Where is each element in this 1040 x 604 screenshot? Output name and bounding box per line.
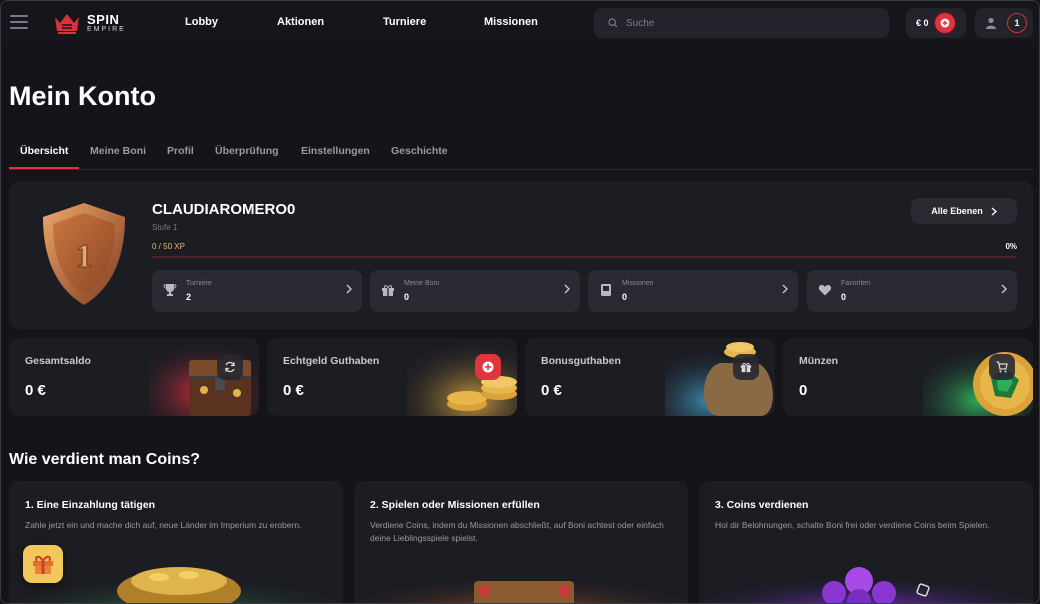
balance-card-real-money: Echtgeld Guthaben 0 € (267, 338, 517, 416)
top-bar: SPIN EMPIRE Lobby Aktionen Turniere Miss… (1, 1, 1039, 45)
coin-step-deposit: 1. Eine Einzahlung tätigen Zahle jetzt e… (9, 481, 343, 603)
chevron-right-icon (782, 284, 788, 294)
nav-lobby[interactable]: Lobby (185, 16, 218, 28)
stat-turniere[interactable]: Turniere 2 (152, 270, 362, 312)
step-description: Verdiene Coins, indem du Missionen absch… (370, 520, 664, 543)
user-icon (986, 17, 996, 29)
stat-favoriten[interactable]: Favoriten 0 (807, 270, 1017, 312)
gold-coins-image (407, 338, 517, 416)
coin-shop-button[interactable] (989, 354, 1015, 380)
chevron-right-icon (346, 284, 352, 294)
deposit-button[interactable] (934, 13, 955, 33)
active-tab-indicator (9, 167, 79, 169)
balance-label: Bonusguthaben (541, 355, 621, 367)
search-icon (608, 18, 618, 28)
scroll-image (354, 551, 688, 603)
app-frame: SPIN EMPIRE Lobby Aktionen Turniere Miss… (0, 0, 1040, 604)
logo-text-bottom: EMPIRE (87, 26, 126, 33)
treasure-chest-image (149, 338, 259, 416)
balance-value: 0 € (25, 382, 46, 399)
xp-progress-text: 0 / 50 XP (152, 242, 185, 251)
balance-card-bonus: Bonusguthaben 0 € (525, 338, 775, 416)
book-icon (601, 284, 611, 296)
heart-icon (818, 285, 832, 296)
level-shield-badge: 1 (43, 203, 125, 305)
nav-missionen[interactable]: Missionen (484, 16, 538, 28)
balance-value: 0 € (283, 382, 304, 399)
stat-value: 2 (186, 292, 192, 302)
balance-label: Echtgeld Guthaben (283, 355, 380, 367)
stat-label: Meine Boni (404, 280, 440, 287)
account-tabs: Übersicht Meine Boni Profil Überprüfung … (9, 139, 1033, 170)
all-levels-button[interactable]: Alle Ebenen (911, 198, 1017, 224)
stat-label: Turniere (186, 280, 212, 287)
logo[interactable]: SPIN EMPIRE (53, 11, 126, 35)
chevron-right-icon (1001, 284, 1007, 294)
stat-label: Favoriten (841, 280, 871, 287)
wallet-balance: € 0 (916, 18, 929, 28)
badge-level-number: 1 (76, 238, 93, 275)
cart-icon (996, 361, 1008, 373)
xp-percent: 0% (1005, 242, 1017, 251)
plus-icon (482, 361, 494, 373)
tab-ueberpruefung[interactable]: Überprüfung (215, 145, 279, 157)
gift-box-icon (33, 555, 53, 574)
search-input[interactable] (626, 17, 866, 29)
floating-gift-button[interactable] (23, 545, 63, 583)
tab-uebersicht[interactable]: Übersicht (20, 145, 68, 157)
chevron-right-icon (564, 284, 570, 294)
all-levels-label: Alle Ebenen (931, 206, 983, 216)
page-title: Mein Konto (9, 81, 156, 111)
coin-step-earn: 3. Coins verdienen Hol dir Belohnungen, … (699, 481, 1033, 603)
tab-geschichte[interactable]: Geschichte (391, 145, 448, 157)
crown-logo-icon (55, 14, 79, 34)
balance-value: 0 € (541, 382, 562, 399)
balance-label: Münzen (799, 355, 839, 367)
balance-card-total: Gesamtsaldo 0 € (9, 338, 259, 416)
refresh-balance-button[interactable] (217, 354, 243, 380)
plus-icon (940, 18, 949, 28)
menu-icon[interactable] (10, 15, 28, 29)
wallet-box[interactable]: € 0 (906, 8, 966, 38)
notification-badge[interactable]: 1 (1007, 13, 1027, 33)
coin-sack-image (665, 338, 775, 416)
step-title: 3. Coins verdienen (715, 499, 809, 511)
step-description: Hol dir Belohnungen, schalte Boni frei o… (715, 520, 990, 530)
emerald-coin-image (923, 338, 1033, 416)
bonus-gift-button[interactable] (733, 354, 759, 380)
deposit-balance-button[interactable] (475, 354, 501, 380)
balance-value: 0 (799, 382, 808, 399)
tab-meine-boni[interactable]: Meine Boni (90, 145, 146, 157)
nav-turniere[interactable]: Turniere (383, 16, 426, 28)
gift-icon (740, 362, 752, 373)
stat-meine-boni[interactable]: Meine Boni 0 (370, 270, 580, 312)
coin-step-play: 2. Spielen oder Missionen erfüllen Verdi… (354, 481, 688, 603)
username: CLAUDIAROMERO0 (152, 201, 296, 218)
step-title: 2. Spielen oder Missionen erfüllen (370, 499, 540, 511)
purple-orbs-image (699, 551, 1033, 603)
stat-missionen[interactable]: Missionen 0 (588, 270, 798, 312)
step-description: Zahle jetzt ein und mache dich auf, neue… (25, 520, 302, 530)
logo-text-top: SPIN (87, 12, 120, 27)
profile-card: 1 CLAUDIAROMERO0 Stufe 1 0 / 50 XP 0% Al… (9, 181, 1033, 329)
search-box[interactable] (594, 8, 889, 38)
coins-section-title: Wie verdient man Coins? (9, 451, 200, 468)
tab-profil[interactable]: Profil (167, 145, 194, 157)
stat-label: Missionen (622, 280, 654, 287)
balance-label: Gesamtsaldo (25, 355, 91, 367)
tab-einstellungen[interactable]: Einstellungen (301, 145, 370, 157)
nav-aktionen[interactable]: Aktionen (277, 16, 324, 28)
step-title: 1. Eine Einzahlung tätigen (25, 499, 156, 511)
xp-progress-bar (152, 256, 1017, 258)
refresh-icon (225, 361, 235, 373)
trophy-icon (163, 284, 177, 296)
stat-value: 0 (404, 292, 410, 302)
chevron-right-icon (991, 207, 997, 215)
balance-card-coins: Münzen 0 (783, 338, 1033, 416)
stat-value: 0 (622, 292, 628, 302)
stat-value: 0 (841, 292, 847, 302)
user-box[interactable]: 1 (975, 8, 1033, 38)
level-label: Stufe 1 (152, 223, 178, 232)
gift-icon (382, 285, 394, 296)
